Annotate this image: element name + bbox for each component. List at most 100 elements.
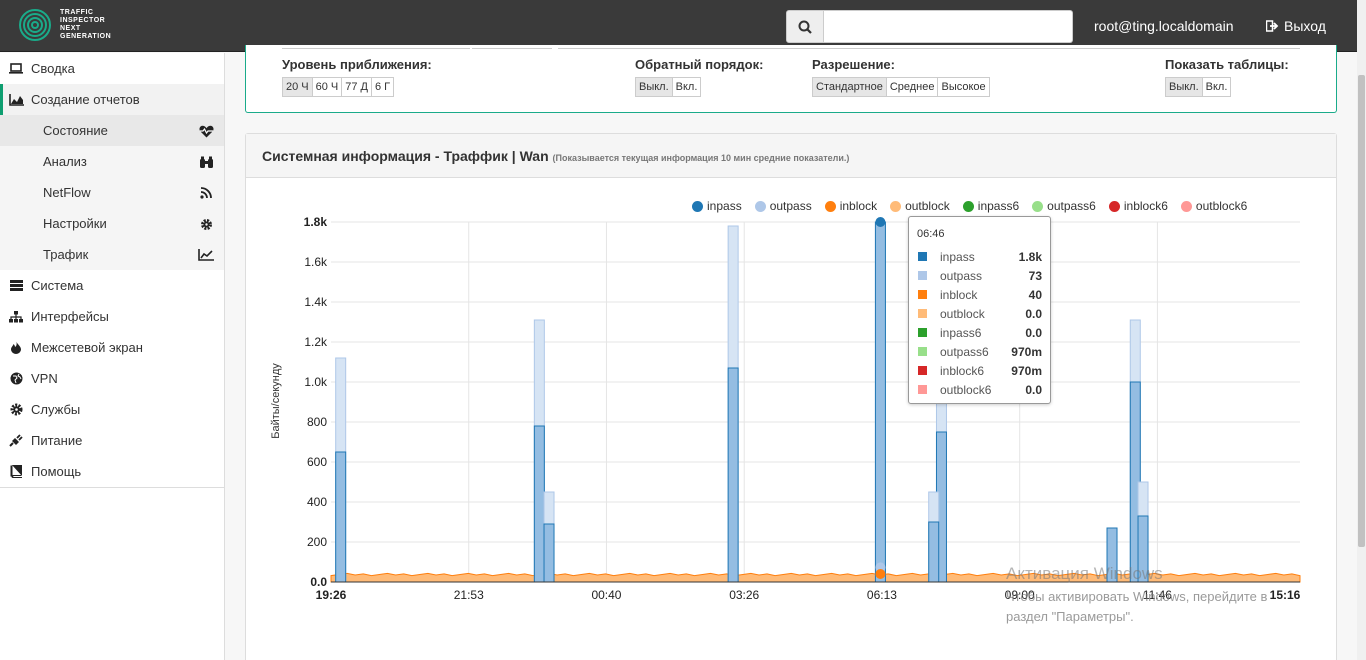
y-tick-label: 1.8k xyxy=(304,215,328,229)
search-button[interactable] xyxy=(786,10,824,43)
resolution-high-button[interactable]: Высокое xyxy=(937,77,990,97)
tooltip-row: inblock 40 xyxy=(917,285,1042,304)
zoom-20h-button[interactable]: 20 Ч xyxy=(282,77,313,97)
sidebar: Сводка Создание отчетов Состояние Анализ… xyxy=(0,53,225,660)
rss-icon xyxy=(198,185,214,201)
y-tick-label: 1.0k xyxy=(304,375,328,389)
tooltip-row: inpass 1.8k xyxy=(917,247,1042,266)
tooltip-swatch xyxy=(917,384,928,395)
select-underline xyxy=(558,43,1300,49)
x-tick-label: 19:26 xyxy=(316,588,347,602)
tooltip-row: outblock 0.0 xyxy=(917,304,1042,323)
tables-off-button[interactable]: Выкл. xyxy=(1165,77,1203,97)
y-tick-label: 600 xyxy=(307,455,327,469)
tooltip-row: inblock6 970m xyxy=(917,361,1042,380)
select-underline xyxy=(472,43,552,49)
tooltip-swatch xyxy=(917,308,928,319)
x-tick-label: 21:53 xyxy=(454,588,484,602)
user-menu[interactable]: root@ting.localdomain xyxy=(1094,18,1234,34)
zoom-77d-button[interactable]: 77 Д xyxy=(341,77,372,97)
tables-on-button[interactable]: Вкл. xyxy=(1201,77,1232,97)
spike-inpass xyxy=(874,221,886,583)
reverse-on-button[interactable]: Вкл. xyxy=(671,77,702,97)
spike-inpass xyxy=(543,523,555,583)
zoom-level-group: Уровень приближения: 20 Ч 60 Ч 77 Д 6 Г xyxy=(282,57,432,97)
y-tick-label: 200 xyxy=(307,535,327,549)
laptop-icon xyxy=(7,63,25,74)
globe-icon xyxy=(7,372,25,385)
scrollbar-thumb[interactable] xyxy=(1358,75,1365,547)
sidebar-item-vpn[interactable]: VPN xyxy=(0,363,224,394)
sidebar-subitem-traffic[interactable]: Трафик xyxy=(0,239,224,270)
zoom-6y-button[interactable]: 6 Г xyxy=(371,77,395,97)
reverse-order-group: Обратный порядок: Выкл. Вкл. xyxy=(635,57,763,97)
fingerprint-logo-icon xyxy=(19,9,51,41)
resolution-standard-button[interactable]: Стандартное xyxy=(812,77,887,97)
tooltip-swatch xyxy=(917,270,928,281)
sidebar-item-system[interactable]: Система xyxy=(0,270,224,301)
sidebar-item-power[interactable]: Питание xyxy=(0,425,224,456)
tooltip-series-value: 970m xyxy=(1011,363,1042,378)
plug-icon xyxy=(7,434,25,447)
line-chart-icon xyxy=(198,247,214,263)
reverse-off-button[interactable]: Выкл. xyxy=(635,77,673,97)
sidebar-divider xyxy=(0,487,224,488)
sidebar-item-firewall[interactable]: Межсетевой экран xyxy=(0,332,224,363)
tooltip-swatch xyxy=(917,251,928,262)
spike-inpass xyxy=(928,521,940,583)
select-underline xyxy=(282,43,470,49)
reverse-buttons: Выкл. Вкл. xyxy=(635,77,763,97)
spike-inpass xyxy=(727,367,739,583)
zoom-60h-button[interactable]: 60 Ч xyxy=(311,77,343,97)
chart-tooltip: 06:46 inpass 1.8k outpass 73 inblock 40 outblo… xyxy=(908,216,1051,404)
zoom-buttons: 20 Ч 60 Ч 77 Д 6 Г xyxy=(282,77,432,97)
tooltip-row: outblock6 0.0 xyxy=(917,380,1042,399)
search-input[interactable] xyxy=(824,10,1073,43)
tooltip-swatch xyxy=(917,365,928,376)
tooltip-series-name: inblock6 xyxy=(940,363,985,378)
area-chart-icon xyxy=(7,93,25,106)
tooltip-series-value: 1.8k xyxy=(1018,249,1042,264)
tooltip-series-value: 0.0 xyxy=(1025,382,1042,397)
heartbeat-icon xyxy=(198,123,214,139)
sidebar-item-dashboard[interactable]: Сводка xyxy=(0,53,224,84)
sidebar-subitem-netflow[interactable]: NetFlow xyxy=(0,177,224,208)
sidebar-subitem-status[interactable]: Состояние xyxy=(0,115,224,146)
spike-inpass xyxy=(335,451,347,583)
y-tick-label: 1.2k xyxy=(304,335,328,349)
sidebar-subitem-settings[interactable]: Настройки xyxy=(0,208,224,239)
panel-title: Системная информация - Траффик | Wan (По… xyxy=(246,134,1336,178)
x-tick-label: 03:26 xyxy=(729,588,759,602)
sign-out-icon xyxy=(1266,20,1279,32)
tooltip-row: outpass6 970m xyxy=(917,342,1042,361)
show-tables-group: Показать таблицы: Выкл. Вкл. xyxy=(1165,57,1289,97)
resolution-medium-button[interactable]: Среднее xyxy=(885,77,939,97)
panel-subtitle: (Показывается текущая информация 10 мин … xyxy=(552,153,850,163)
y-tick-label: 0.0 xyxy=(310,575,327,589)
spike-inpass xyxy=(533,425,545,583)
logout-button[interactable]: Выход xyxy=(1266,18,1326,34)
y-tick-label: 400 xyxy=(307,495,327,509)
book-icon xyxy=(7,465,25,478)
y-tick-label: 1.4k xyxy=(304,295,328,309)
windows-activation-watermark: Активация Windows xyxy=(1006,564,1163,583)
tables-buttons: Выкл. Вкл. xyxy=(1165,77,1289,97)
options-panel: Уровень приближения: 20 Ч 60 Ч 77 Д 6 Г … xyxy=(245,45,1337,113)
tooltip-series-name: outpass6 xyxy=(940,344,989,359)
tooltip-series-value: 73 xyxy=(1028,268,1042,283)
resolution-group: Разрешение: Стандартное Среднее Высокое xyxy=(812,57,990,97)
tooltip-row: inpass6 0.0 xyxy=(917,323,1042,342)
sidebar-item-services[interactable]: Службы xyxy=(0,394,224,425)
logout-label: Выход xyxy=(1284,18,1326,34)
page-scrollbar[interactable] xyxy=(1357,0,1366,660)
sidebar-item-interfaces[interactable]: Интерфейсы xyxy=(0,301,224,332)
sidebar-item-help[interactable]: Помощь xyxy=(0,456,224,487)
sidebar-item-reporting[interactable]: Создание отчетов xyxy=(0,84,224,115)
logo[interactable]: TRAFFIC INSPECTOR NEXT GENERATION xyxy=(18,5,111,45)
x-tick-label: 15:16 xyxy=(1270,588,1301,602)
tooltip-series-value: 0.0 xyxy=(1025,306,1042,321)
y-tick-label: 1.6k xyxy=(304,255,328,269)
cog-icon xyxy=(7,403,25,416)
sidebar-subitem-analysis[interactable]: Анализ xyxy=(0,146,224,177)
gear-icon xyxy=(198,216,214,232)
